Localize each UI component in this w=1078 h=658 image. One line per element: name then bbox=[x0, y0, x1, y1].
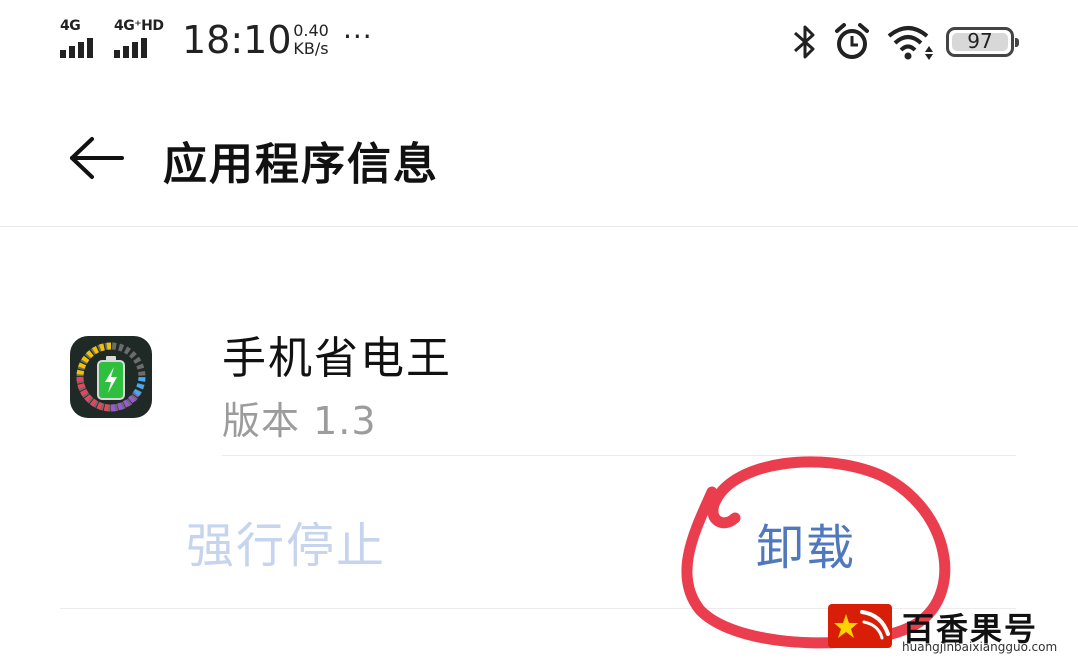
star-logo-icon bbox=[834, 610, 890, 640]
annotation-circle bbox=[681, 456, 951, 649]
watermark-logo bbox=[828, 604, 892, 648]
watermark-url: huangjinbaixiangguo.com bbox=[902, 640, 1058, 654]
